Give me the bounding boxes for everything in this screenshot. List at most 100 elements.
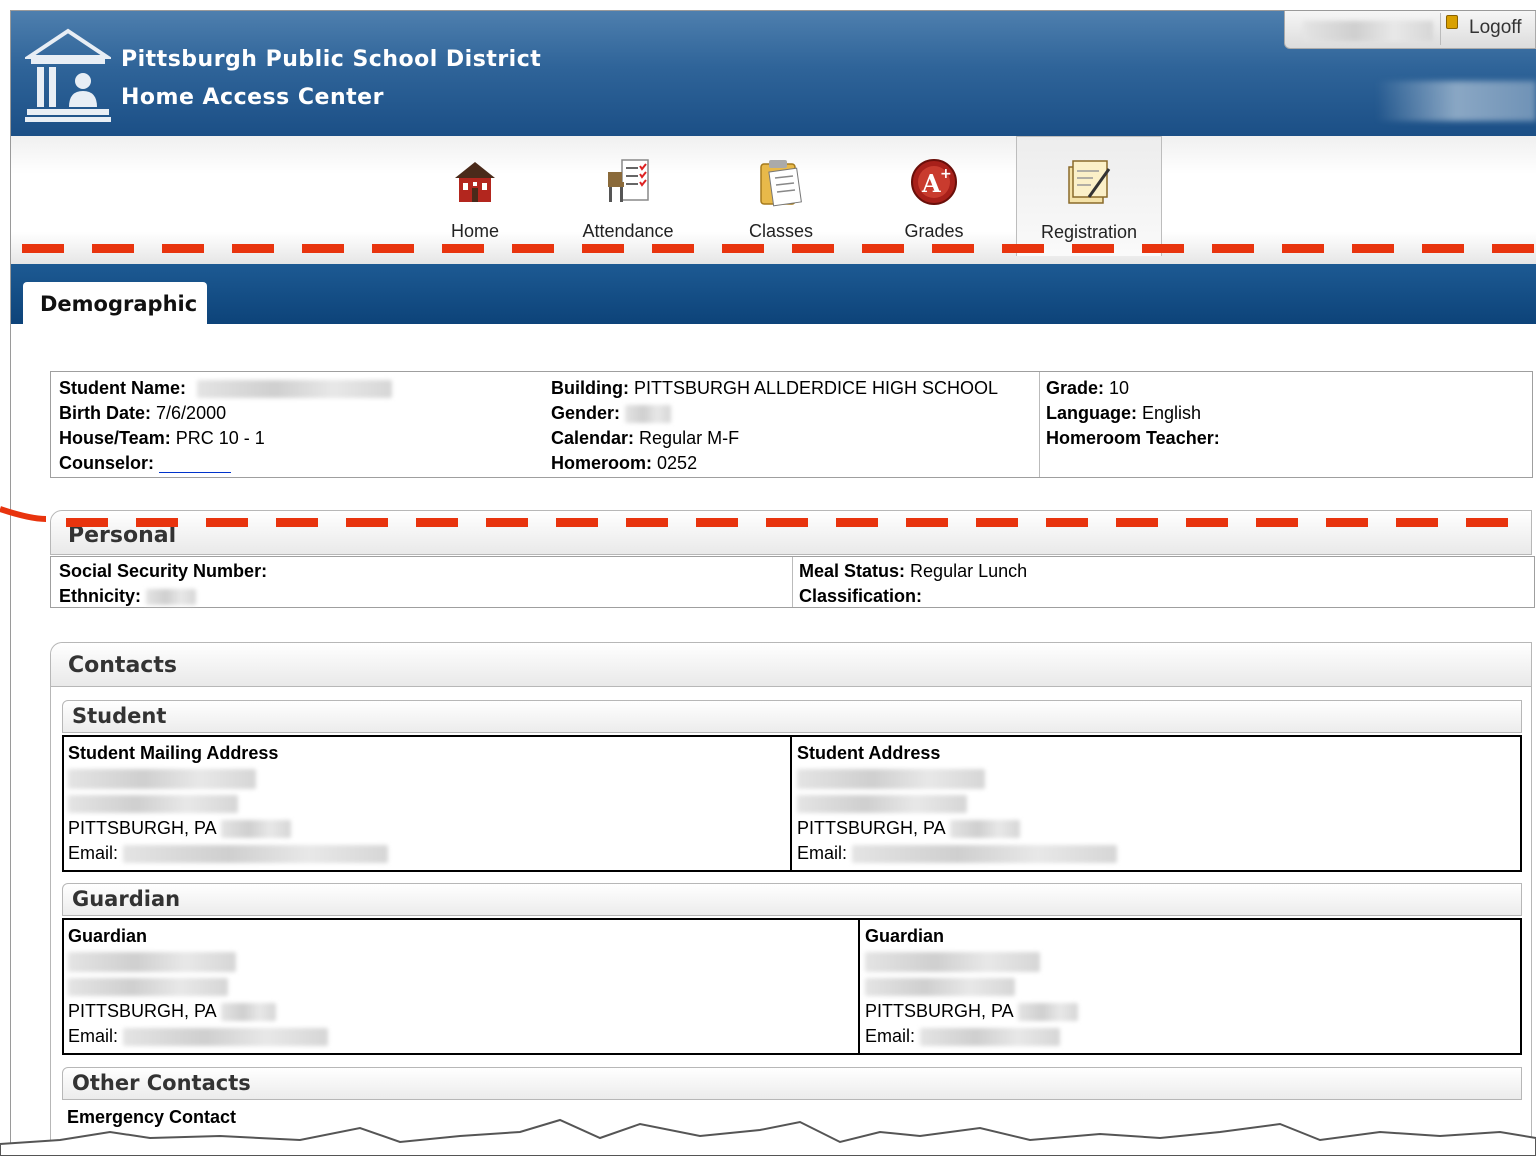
student-info-table: Student Name: Birth Date: 7/6/2000 House…	[50, 371, 1533, 478]
guardian-subsection-heading: Guardian	[62, 883, 1522, 916]
mailing-address-label: Student Mailing Address	[68, 743, 279, 763]
homeroom-teacher-label: Homeroom Teacher:	[1046, 428, 1220, 448]
district-logo	[25, 28, 111, 122]
tab-strip: Demographic	[11, 264, 1536, 327]
redacted-address-line	[797, 769, 985, 790]
redacted-guardian-name	[865, 952, 1040, 973]
home-icon	[455, 162, 495, 202]
redacted-zip	[1017, 1003, 1078, 1022]
nav-home[interactable]: Home	[405, 136, 545, 256]
student-address-table: Student Mailing Address PITTSBURGH, PA E…	[62, 735, 1522, 872]
redacted-address-line	[68, 769, 256, 790]
language-value: English	[1142, 403, 1202, 423]
guardian-table: Guardian PITTSBURGH, PA Email: Guardian …	[62, 918, 1522, 1055]
house-team-value: PRC 10 - 1	[175, 428, 265, 448]
calendar-value: Regular M-F	[639, 428, 740, 448]
building-value: PITTSBURGH ALLDERDICE HIGH SCHOOL	[634, 378, 999, 398]
info-column-2: Building: PITTSBURGH ALLDERDICE HIGH SCH…	[551, 376, 998, 476]
redacted-email	[920, 1028, 1061, 1047]
nav-registration[interactable]: Registration	[1016, 136, 1162, 256]
city-state: PITTSBURGH, PA	[865, 1001, 1013, 1021]
redacted-zip	[949, 820, 1020, 839]
nav-grades[interactable]: A + Grades	[864, 136, 1004, 256]
counselor-link[interactable]	[159, 455, 232, 474]
divider	[1039, 372, 1040, 477]
mailing-address-cell: Student Mailing Address PITTSBURGH, PA E…	[64, 737, 790, 870]
annotation-dashed-line	[22, 244, 1536, 253]
student-address-label: Student Address	[797, 743, 941, 763]
nav-home-label: Home	[450, 221, 499, 241]
email-label: Email:	[68, 1026, 119, 1046]
redacted-student-name	[197, 380, 393, 399]
email-label: Email:	[68, 843, 119, 863]
classification-label: Classification:	[799, 586, 923, 606]
ethnicity-label: Ethnicity:	[59, 586, 142, 606]
guardian-label: Guardian	[865, 926, 945, 946]
meal-status-value: Regular Lunch	[910, 561, 1028, 581]
logoff-bar: Logoff	[1284, 11, 1536, 49]
district-name: Pittsburgh Public School District	[121, 47, 542, 72]
personal-column-2: Meal Status: Regular Lunch Classificatio…	[799, 559, 1027, 609]
divider	[792, 557, 793, 607]
redacted-gender	[625, 405, 672, 424]
grades-icon: A +	[911, 159, 957, 205]
app-name: Home Access Center	[121, 85, 384, 110]
nav-attendance-label: Attendance	[582, 221, 674, 241]
gender-label: Gender:	[551, 403, 621, 423]
counselor-label: Counselor:	[59, 453, 155, 473]
guardian-cell-2: Guardian PITTSBURGH, PA Email:	[861, 920, 1520, 1053]
homeroom-label: Homeroom:	[551, 453, 653, 473]
redacted-username	[1303, 21, 1433, 41]
nav-classes[interactable]: Classes	[711, 136, 851, 256]
guardian-cell-1: Guardian PITTSBURGH, PA Email:	[64, 920, 858, 1053]
meal-status-label: Meal Status:	[799, 561, 906, 581]
other-contacts-heading: Other Contacts	[62, 1067, 1522, 1100]
personal-info-table: Social Security Number: Ethnicity: Meal …	[50, 556, 1535, 608]
redacted-address-line	[797, 795, 967, 814]
redacted-ethnicity	[146, 589, 197, 606]
personal-section: Personal	[50, 510, 1532, 555]
torn-edge	[0, 1118, 1536, 1156]
city-state: PITTSBURGH, PA	[68, 1001, 216, 1021]
grade-value: 10	[1109, 378, 1130, 398]
logoff-link[interactable]: Logoff	[1469, 17, 1521, 39]
redacted-user-area	[1376, 81, 1536, 121]
personal-column-1: Social Security Number: Ethnicity:	[59, 559, 267, 609]
calendar-label: Calendar:	[551, 428, 635, 448]
app-header: Pittsburgh Public School District Home A…	[11, 11, 1536, 136]
student-subsection-heading: Student	[62, 700, 1522, 733]
house-team-label: House/Team:	[59, 428, 171, 448]
redacted-zip	[220, 820, 291, 839]
language-label: Language:	[1046, 403, 1138, 423]
city-state: PITTSBURGH, PA	[68, 818, 216, 838]
divider	[790, 737, 792, 870]
building-label: Building:	[551, 378, 629, 398]
redacted-email	[852, 845, 1118, 864]
lock-icon[interactable]	[1446, 15, 1458, 29]
svg-text:A: A	[921, 169, 941, 198]
divider	[1440, 13, 1441, 45]
guardian-label: Guardian	[68, 926, 148, 946]
city-state: PITTSBURGH, PA	[797, 818, 945, 838]
divider	[858, 920, 860, 1053]
classes-icon	[760, 160, 802, 207]
homeroom-value: 0252	[657, 453, 698, 473]
birth-date-value: 7/6/2000	[156, 403, 227, 423]
tab-demographic[interactable]: Demographic	[23, 282, 207, 327]
attendance-icon	[608, 159, 649, 202]
annotation-curve	[0, 506, 46, 522]
grade-label: Grade:	[1046, 378, 1105, 398]
redacted-email	[123, 1028, 329, 1047]
redacted-address-line	[68, 795, 238, 814]
nav-attendance[interactable]: Attendance	[558, 136, 698, 256]
svg-text:+: +	[940, 166, 952, 182]
birth-date-label: Birth Date:	[59, 403, 152, 423]
redacted-address-line	[68, 978, 228, 997]
info-column-3: Grade: 10 Language: English Homeroom Tea…	[1046, 376, 1220, 451]
redacted-address-line	[865, 978, 1015, 997]
redacted-zip	[220, 1003, 276, 1022]
contacts-heading: Contacts	[51, 643, 1531, 687]
redacted-guardian-name	[68, 952, 236, 973]
nav-classes-label: Classes	[748, 221, 814, 241]
email-label: Email:	[865, 1026, 916, 1046]
